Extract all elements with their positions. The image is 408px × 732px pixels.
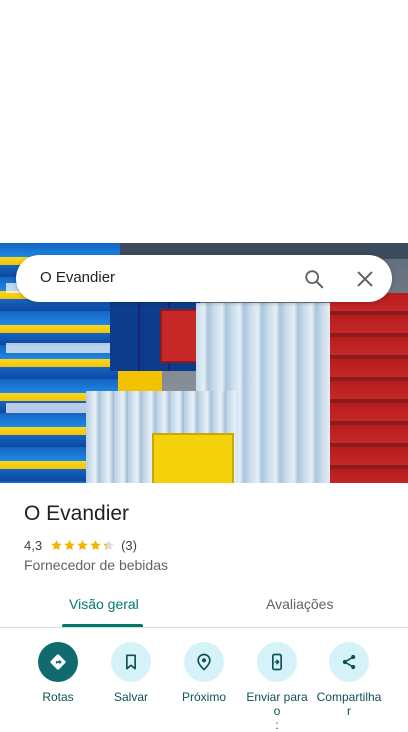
tab-reviews[interactable]: Avaliações bbox=[266, 596, 333, 612]
send-to-phone-button[interactable]: Enviar para o : bbox=[241, 642, 313, 732]
nearby-button[interactable]: Próximo bbox=[168, 642, 240, 704]
rating-value: 4,3 bbox=[24, 537, 43, 553]
place-category: Fornecedor de bebidas bbox=[24, 557, 168, 573]
tab-divider bbox=[0, 627, 408, 628]
photo-yellow-box bbox=[152, 433, 234, 483]
place-title: O Evandier bbox=[24, 502, 130, 525]
star-icon bbox=[64, 539, 75, 550]
directions-label: Rotas bbox=[42, 690, 74, 704]
map-blank-area bbox=[0, 0, 408, 243]
bookmark-icon[interactable] bbox=[111, 642, 151, 682]
share-label: Compartilha r bbox=[316, 690, 382, 718]
photo-label-strip bbox=[6, 343, 110, 353]
close-icon[interactable] bbox=[354, 268, 376, 290]
nearby-icon[interactable] bbox=[184, 642, 224, 682]
search-icon[interactable] bbox=[303, 268, 325, 290]
tab-overview[interactable]: Visão geral bbox=[69, 596, 139, 612]
star-icon bbox=[90, 539, 101, 550]
search-input[interactable]: O Evandier bbox=[40, 269, 115, 286]
save-label: Salvar bbox=[113, 690, 148, 704]
directions-icon[interactable] bbox=[38, 642, 78, 682]
directions-button[interactable]: Rotas bbox=[22, 642, 94, 704]
photo-red-crates bbox=[330, 293, 408, 483]
rating-stars bbox=[50, 539, 115, 552]
star-icon bbox=[103, 539, 114, 550]
save-button[interactable]: Salvar bbox=[95, 642, 167, 704]
star-icon bbox=[77, 539, 88, 550]
star-icon bbox=[51, 539, 62, 550]
share-icon[interactable] bbox=[329, 642, 369, 682]
search-bar[interactable]: O Evandier bbox=[16, 255, 392, 302]
nearby-label: Próximo bbox=[181, 690, 226, 704]
review-count: (3) bbox=[121, 537, 137, 553]
rating-row[interactable]: 4,3 (3) bbox=[24, 537, 137, 553]
send-to-phone-icon[interactable] bbox=[257, 642, 297, 682]
share-button[interactable]: Compartilha r bbox=[313, 642, 385, 718]
